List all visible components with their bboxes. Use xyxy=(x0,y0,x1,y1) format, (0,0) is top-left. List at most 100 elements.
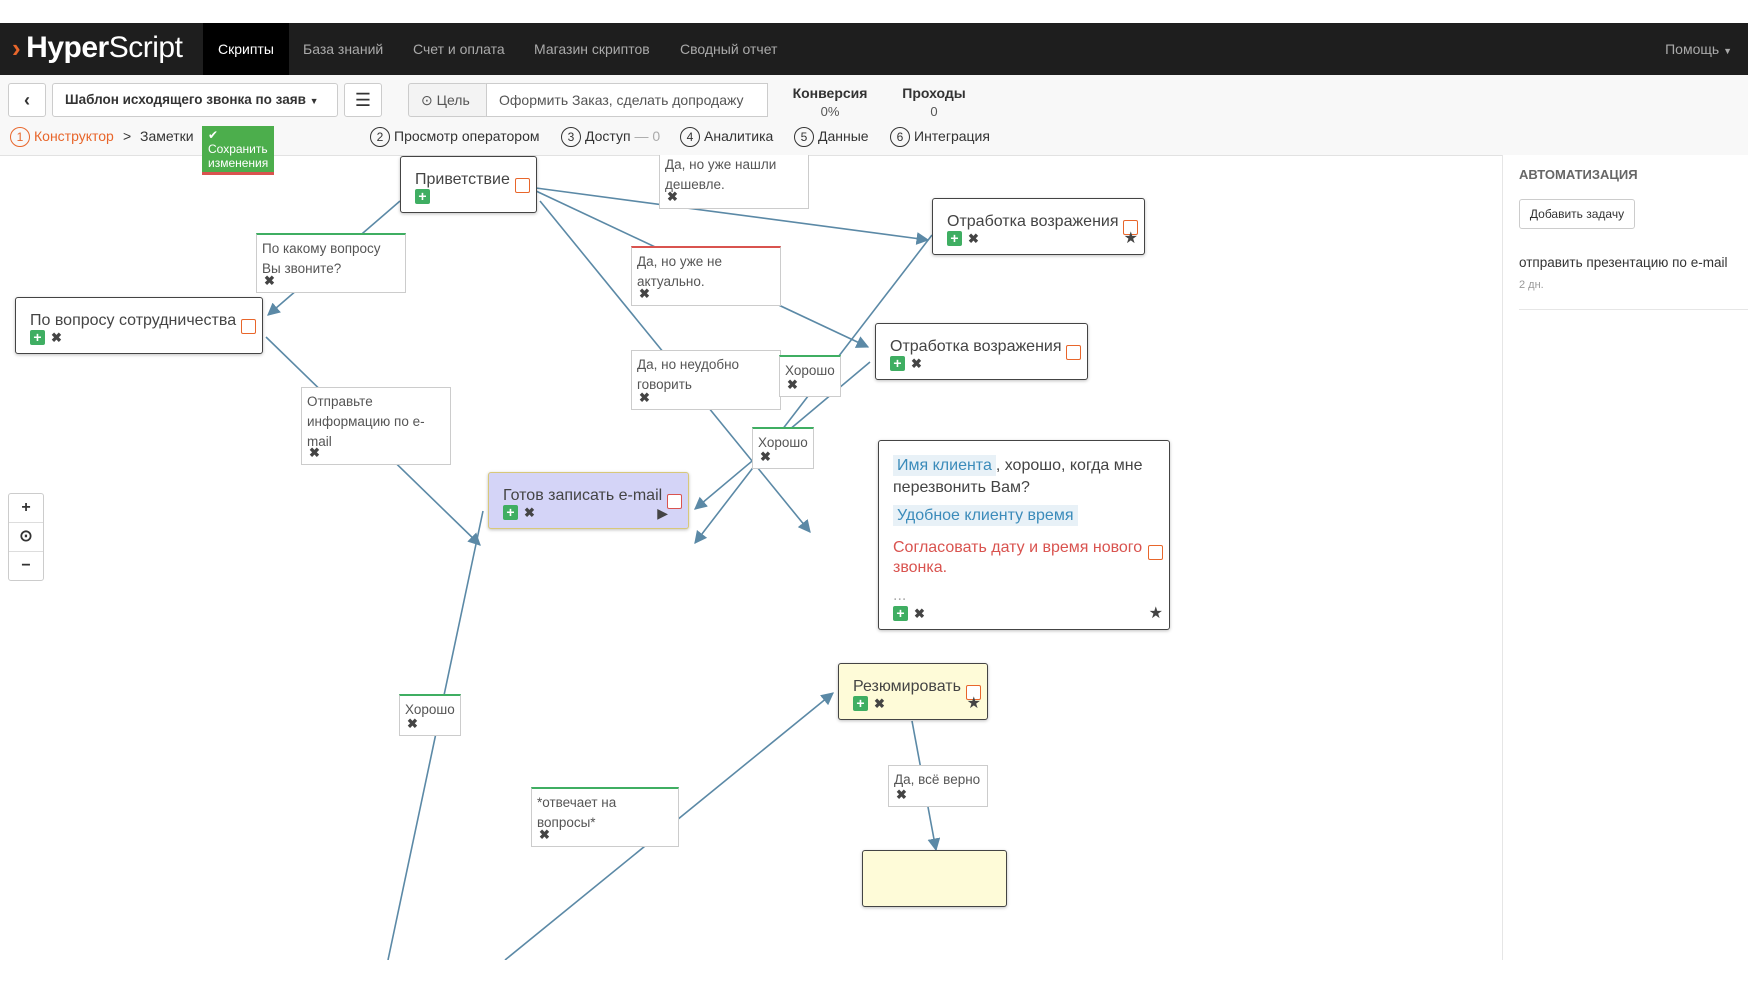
play-icon[interactable]: ▶ xyxy=(657,505,668,522)
chevron-left-icon: ‹ xyxy=(24,90,30,110)
node-title: Отработка возражения xyxy=(947,213,1119,230)
edge-send-info[interactable]: Отправьте информацию по e-mail ✖ xyxy=(301,387,451,465)
checkbox-icon[interactable] xyxy=(1066,345,1081,360)
star-icon[interactable]: ★ xyxy=(967,693,981,713)
script-select[interactable]: Шаблон исходящего звонка по заяв ▼ xyxy=(52,83,338,117)
passes-stat: Проходы 0 xyxy=(892,85,976,119)
delete-icon[interactable]: ✖ xyxy=(665,189,680,204)
node-title: Резюмировать xyxy=(853,678,961,695)
add-icon[interactable]: + xyxy=(503,505,518,521)
sidebar-title: АВТОМАТИЗАЦИЯ xyxy=(1519,167,1638,182)
edge-label: Да, но неудобно говорить xyxy=(637,357,740,392)
step-operator-view[interactable]: 2 Просмотр оператором xyxy=(370,125,539,147)
star-icon[interactable]: ★ xyxy=(1149,603,1163,623)
node-next[interactable] xyxy=(862,850,1007,907)
script-toolbar: ‹ Шаблон исходящего звонка по заяв ▼ ☰ ⊙… xyxy=(0,75,1748,175)
script-canvas[interactable]: По какому вопросу Вы звоните? ✖ Да, но уж… xyxy=(0,155,1502,960)
goal-input[interactable]: Оформить Заказ, сделать допродажу xyxy=(486,83,768,117)
logo-bold: Hyper xyxy=(26,31,109,64)
back-button[interactable]: ‹ xyxy=(8,83,46,117)
add-icon[interactable]: + xyxy=(893,606,908,622)
delete-icon[interactable]: ✖ xyxy=(912,606,927,621)
add-icon[interactable]: + xyxy=(890,356,905,372)
nav-knowledge-base[interactable]: База знаний xyxy=(288,23,398,75)
delete-icon[interactable]: ✖ xyxy=(262,273,277,288)
node-body: Имя клиента, хорошо, когда мне перезвони… xyxy=(893,455,1143,499)
edge-not-relevant[interactable]: Да, но уже не актуально. ✖ xyxy=(631,246,781,306)
edge-label: Да, но уже не актуально. xyxy=(637,254,723,289)
delete-icon[interactable]: ✖ xyxy=(537,827,552,842)
delete-icon[interactable]: ✖ xyxy=(894,787,909,802)
delete-icon[interactable]: ✖ xyxy=(966,231,981,246)
checkbox-icon[interactable] xyxy=(241,319,256,334)
logo-chevron-icon: › xyxy=(12,33,21,63)
delete-icon[interactable]: ✖ xyxy=(872,696,887,711)
help-label: Помощь xyxy=(1665,41,1720,57)
node-callback[interactable]: Имя клиента, хорошо, когда мне перезвони… xyxy=(878,440,1170,630)
edge-ok-2[interactable]: Хорошо ✖ xyxy=(752,427,814,469)
node-summarize[interactable]: Резюмировать + ✖ ★ xyxy=(838,663,988,720)
conversion-value: 0% xyxy=(820,104,840,119)
variable-tag[interactable]: Удобное клиенту время xyxy=(893,505,1078,526)
conversion-label: Конверсия xyxy=(792,85,868,101)
edge-label: По какому вопросу Вы звоните? xyxy=(262,241,381,276)
node-objection-2[interactable]: Отработка возражения + ✖ xyxy=(875,323,1088,380)
node-cooperation[interactable]: По вопросу сотрудничества + ✖ xyxy=(15,297,263,354)
checkbox-icon[interactable] xyxy=(1148,545,1163,560)
node-objection-1[interactable]: Отработка возражения + ✖ ★ xyxy=(932,198,1145,255)
step-number: 4 xyxy=(680,127,700,147)
edge-inconvenient[interactable]: Да, но неудобно говорить ✖ xyxy=(631,350,781,410)
add-task-button[interactable]: Добавить задачу xyxy=(1519,199,1635,229)
delete-icon[interactable]: ✖ xyxy=(909,356,924,371)
task-title[interactable]: отправить презентацию по e-mail xyxy=(1519,255,1727,270)
zoom-in-button[interactable]: + xyxy=(9,494,43,523)
edge-all-correct[interactable]: Да, всё верно ✖ xyxy=(888,765,988,807)
delete-icon[interactable]: ✖ xyxy=(307,445,322,460)
zoom-out-button[interactable]: − xyxy=(9,552,43,580)
task-time: 2 дн. xyxy=(1519,279,1544,291)
zoom-reset-button[interactable]: ⊙ xyxy=(9,523,43,552)
help-menu[interactable]: Помощь ▼ xyxy=(1665,23,1732,77)
checkbox-icon[interactable] xyxy=(515,178,530,193)
nav-summary-report[interactable]: Сводный отчет xyxy=(665,23,792,75)
step-access[interactable]: 3 Доступ — 0 xyxy=(561,125,660,147)
caret-down-icon: ▼ xyxy=(1723,46,1732,56)
star-icon[interactable]: ★ xyxy=(1124,228,1138,248)
delete-icon[interactable]: ✖ xyxy=(405,716,420,731)
variable-tag[interactable]: Имя клиента xyxy=(893,455,996,476)
step-analytics[interactable]: 4 Аналитика xyxy=(680,125,773,147)
step-integration[interactable]: 6 Интеграция xyxy=(890,125,990,147)
edge-ok-1[interactable]: Хорошо ✖ xyxy=(779,355,841,397)
delete-icon[interactable]: ✖ xyxy=(637,390,652,405)
delete-icon[interactable]: ✖ xyxy=(785,377,800,392)
node-actions: + ✖ xyxy=(893,605,927,622)
nav-billing[interactable]: Счет и оплата xyxy=(398,23,520,75)
nav-script-store[interactable]: Магазин скриптов xyxy=(519,23,665,75)
node-greeting[interactable]: Приветствие + xyxy=(400,156,537,213)
delete-icon[interactable]: ✖ xyxy=(522,505,537,520)
delete-icon[interactable]: ✖ xyxy=(758,449,773,464)
edge-found-cheaper[interactable]: Да, но уже нашли дешевле. ✖ xyxy=(659,155,809,209)
logo[interactable]: › HyperScript xyxy=(12,31,183,65)
add-icon[interactable]: + xyxy=(853,696,868,712)
menu-button[interactable]: ☰ xyxy=(344,83,382,117)
delete-icon[interactable]: ✖ xyxy=(49,330,64,345)
node-ready-email[interactable]: Готов записать e-mail + ✖ ▶ xyxy=(488,472,689,529)
delete-icon[interactable]: ✖ xyxy=(637,286,652,301)
add-icon[interactable]: + xyxy=(415,189,430,205)
step-number: 2 xyxy=(370,127,390,147)
edge-label: *отвечает на вопросы* xyxy=(537,795,617,830)
edge-ok-3[interactable]: Хорошо ✖ xyxy=(399,694,461,736)
step-label: Аналитика xyxy=(704,128,774,144)
step-data[interactable]: 5 Данные xyxy=(794,125,869,147)
step-constructor[interactable]: 1 Конструктор xyxy=(10,125,114,147)
notes-link[interactable]: Заметки xyxy=(140,125,194,147)
add-icon[interactable]: + xyxy=(947,231,962,247)
add-icon[interactable]: + xyxy=(30,330,45,346)
edge-which-question[interactable]: По какому вопросу Вы звоните? ✖ xyxy=(256,233,406,293)
checkbox-icon[interactable] xyxy=(667,494,682,509)
goal-addon: ⊙ Цель xyxy=(408,83,488,117)
nav-scripts[interactable]: Скрипты xyxy=(203,23,289,75)
edge-answers[interactable]: *отвечает на вопросы* ✖ xyxy=(531,787,679,847)
step-label: Просмотр оператором xyxy=(394,128,540,144)
